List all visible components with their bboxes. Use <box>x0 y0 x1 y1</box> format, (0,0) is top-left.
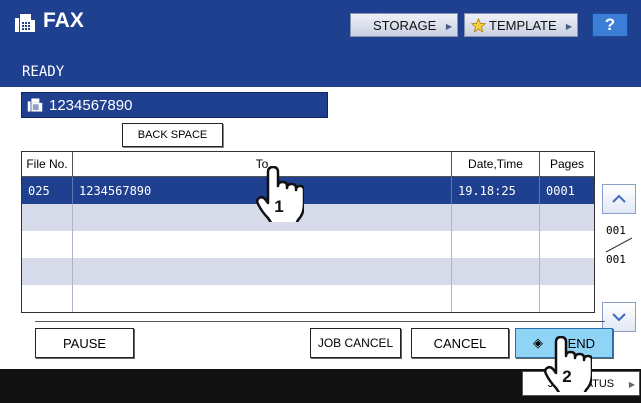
fax-number-field[interactable]: 1234567890 <box>21 92 328 118</box>
column-header-datetime: Date,Time <box>452 152 540 177</box>
status-bar <box>0 50 641 87</box>
storage-button[interactable]: STORAGE ▶ <box>350 13 458 37</box>
help-button[interactable]: ? <box>592 13 628 37</box>
cancel-button[interactable]: CANCEL <box>411 328 509 358</box>
cell-pages: 0001 <box>546 183 575 198</box>
table-row-empty[interactable] <box>22 231 594 258</box>
page-up-button[interactable] <box>602 184 636 214</box>
chevron-up-icon <box>612 194 626 203</box>
divider <box>35 321 605 322</box>
app-title: FAX <box>43 9 84 32</box>
fax-icon <box>15 14 35 32</box>
pointing-hand-icon: 2 <box>543 336 592 392</box>
fax-job-table: File No. To Date,Time Pages 025 12345678… <box>21 151 595 313</box>
page-total: 001 <box>606 253 626 266</box>
cell-empty <box>73 285 452 312</box>
callout-1-label: 1 <box>274 197 283 216</box>
backspace-button[interactable]: BACK SPACE <box>122 123 223 147</box>
storage-label: STORAGE <box>373 17 437 33</box>
column-header-file-no: File No. <box>22 152 73 177</box>
pause-button[interactable]: PAUSE <box>35 328 134 358</box>
cell-empty <box>452 285 540 312</box>
cell-empty <box>452 204 540 231</box>
cell-file-no: 025 <box>22 177 73 204</box>
page-divider <box>605 237 633 253</box>
pointing-hand-icon: 1 <box>255 166 304 222</box>
cell-empty <box>22 285 73 312</box>
table-row-empty[interactable] <box>22 285 594 312</box>
column-header-pages: Pages <box>540 152 594 177</box>
chevron-down-icon <box>612 313 626 322</box>
cell-datetime: 19.18:25 <box>452 177 540 204</box>
star-icon <box>471 17 486 33</box>
cell-empty <box>452 258 540 285</box>
table-row[interactable]: 025 1234567890 19.18:25 0001 <box>22 177 594 204</box>
status-text: READY <box>22 64 65 80</box>
job-cancel-button[interactable]: JOB CANCEL <box>310 328 401 358</box>
chevron-right-icon: ▶ <box>445 22 452 31</box>
template-label: TEMPLATE <box>489 17 557 33</box>
cell-empty <box>73 231 452 258</box>
chevron-right-icon: ▶ <box>565 22 572 31</box>
fax-icon <box>27 98 43 112</box>
cell-empty <box>22 204 73 231</box>
cell-empty <box>452 231 540 258</box>
fax-number-value: 1234567890 <box>49 96 133 114</box>
cell-empty <box>22 231 73 258</box>
template-button[interactable]: TEMPLATE ▶ <box>464 13 578 37</box>
cell-empty <box>73 258 452 285</box>
callout-2-label: 2 <box>562 367 571 386</box>
chevron-right-icon: ▶ <box>628 380 635 389</box>
table-row-empty[interactable] <box>22 204 594 231</box>
table-row-empty[interactable] <box>22 258 594 285</box>
cell-empty <box>22 258 73 285</box>
